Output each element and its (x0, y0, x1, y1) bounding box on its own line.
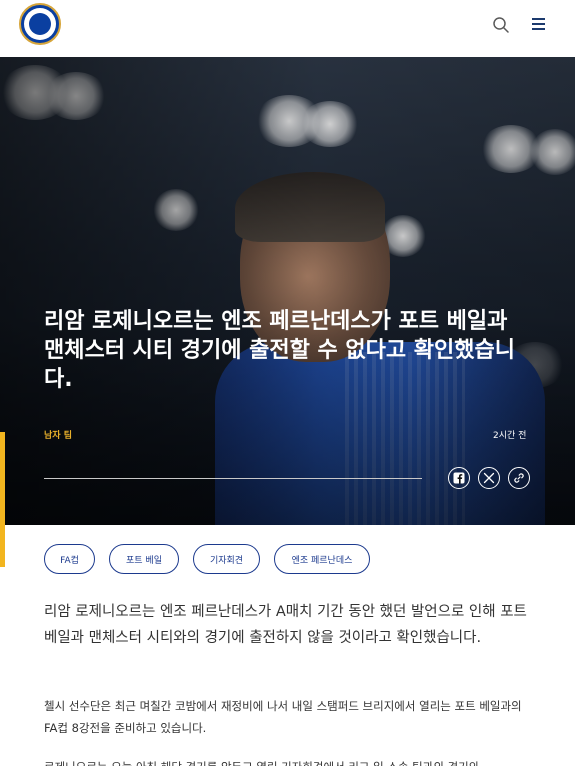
chelsea-crest-logo[interactable] (19, 3, 61, 45)
article-category[interactable]: 남자 팀 (44, 428, 72, 441)
article-headline: 리암 로제니오르는 엔조 페르난데스가 포트 베일과 맨체스터 시티 경기에 출… (44, 309, 515, 392)
link-icon (514, 473, 524, 483)
search-icon[interactable] (491, 15, 511, 35)
facebook-icon (453, 472, 465, 484)
divider (44, 478, 422, 479)
article-time: 2시간 전 (493, 431, 527, 441)
site-header (0, 0, 575, 57)
article-paragraph: 로제니오르는 오늘 아침 해당 경기를 앞두고 열린 기자회견에서 리그 일 소… (44, 756, 534, 766)
article-paragraph: 첼시 선수단은 최근 며칠간 코밤에서 재정비에 나서 내일 스탬퍼드 브리지에… (44, 699, 522, 735)
facebook-share-button[interactable] (448, 467, 470, 489)
tag-fa-cup[interactable]: FA컵 (44, 544, 95, 574)
x-share-button[interactable] (478, 467, 500, 489)
x-icon (483, 472, 495, 484)
article-lead: 리암 로제니오르는 엔조 페르난데스가 A매치 기간 동안 했던 발언으로 인해… (44, 604, 527, 646)
hero-image: 리암 로제니오르는 엔조 페르난데스가 포트 베일과 맨체스터 시티 경기에 출… (0, 57, 575, 525)
tag-enzo-fernandez[interactable]: 엔조 페르난데스 (274, 544, 370, 574)
copy-link-button[interactable] (508, 467, 530, 489)
hamburger-menu-icon[interactable] (532, 16, 548, 32)
accent-bar (0, 432, 5, 567)
lion-emblem-icon (29, 13, 51, 35)
hero-overlay (0, 57, 575, 525)
tag-press-conference[interactable]: 기자회견 (193, 544, 260, 574)
tag-port-vale[interactable]: 포트 베일 (109, 544, 179, 574)
crest-inner (24, 8, 56, 40)
